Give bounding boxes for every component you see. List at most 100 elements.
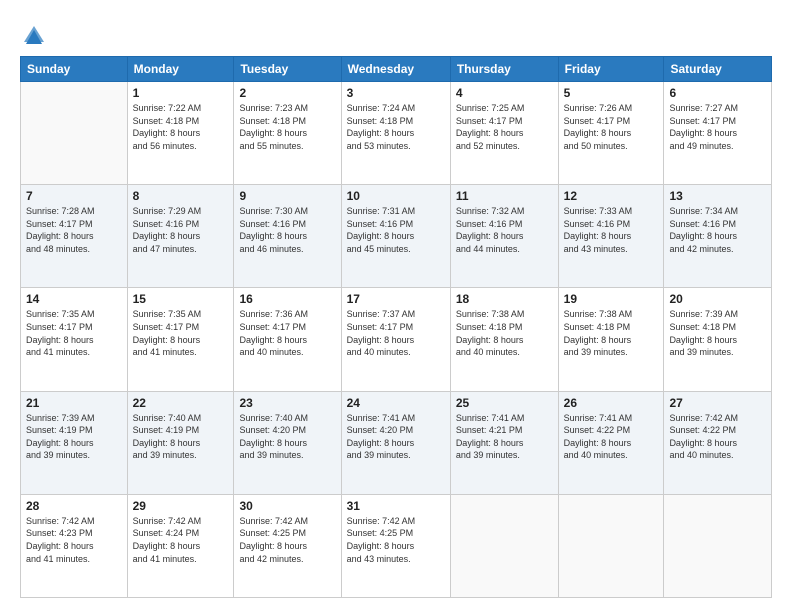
calendar-cell: 17 Sunrise: 7:37 AMSunset: 4:17 PMDayligh… — [341, 288, 450, 391]
day-info: Sunrise: 7:39 AMSunset: 4:19 PMDaylight:… — [26, 412, 122, 462]
day-number: 29 — [133, 499, 229, 513]
day-info: Sunrise: 7:40 AMSunset: 4:20 PMDaylight:… — [239, 412, 335, 462]
calendar-cell: 21 Sunrise: 7:39 AMSunset: 4:19 PMDayligh… — [21, 391, 128, 494]
calendar-cell: 16 Sunrise: 7:36 AMSunset: 4:17 PMDayligh… — [234, 288, 341, 391]
day-info: Sunrise: 7:39 AMSunset: 4:18 PMDaylight:… — [669, 308, 766, 358]
header-day-tuesday: Tuesday — [234, 57, 341, 82]
day-number: 2 — [239, 86, 335, 100]
day-info: Sunrise: 7:38 AMSunset: 4:18 PMDaylight:… — [564, 308, 659, 358]
day-info: Sunrise: 7:24 AMSunset: 4:18 PMDaylight:… — [347, 102, 445, 152]
day-number: 1 — [133, 86, 229, 100]
day-number: 21 — [26, 396, 122, 410]
header — [20, 18, 772, 50]
day-info: Sunrise: 7:29 AMSunset: 4:16 PMDaylight:… — [133, 205, 229, 255]
day-info: Sunrise: 7:28 AMSunset: 4:17 PMDaylight:… — [26, 205, 122, 255]
header-day-sunday: Sunday — [21, 57, 128, 82]
day-info: Sunrise: 7:41 AMSunset: 4:20 PMDaylight:… — [347, 412, 445, 462]
calendar-cell: 11Sunrise: 7:32 AMSunset: 4:16 PMDayligh… — [450, 185, 558, 288]
day-number: 23 — [239, 396, 335, 410]
day-number: 15 — [133, 292, 229, 306]
calendar-cell: 1 Sunrise: 7:22 AMSunset: 4:18 PMDaylight… — [127, 82, 234, 185]
day-number: 7 — [26, 189, 122, 203]
day-info: Sunrise: 7:42 AMSunset: 4:22 PMDaylight:… — [669, 412, 766, 462]
day-number: 24 — [347, 396, 445, 410]
day-number: 14 — [26, 292, 122, 306]
day-number: 10 — [347, 189, 445, 203]
calendar-cell: 29 Sunrise: 7:42 AMSunset: 4:24 PMDayligh… — [127, 494, 234, 597]
day-info: Sunrise: 7:27 AMSunset: 4:17 PMDaylight:… — [669, 102, 766, 152]
day-info: Sunrise: 7:42 AMSunset: 4:24 PMDaylight:… — [133, 515, 229, 565]
day-number: 28 — [26, 499, 122, 513]
calendar-cell — [664, 494, 772, 597]
day-info: Sunrise: 7:35 AMSunset: 4:17 PMDaylight:… — [26, 308, 122, 358]
day-info: Sunrise: 7:41 AMSunset: 4:21 PMDaylight:… — [456, 412, 553, 462]
day-number: 12 — [564, 189, 659, 203]
day-number: 17 — [347, 292, 445, 306]
day-number: 30 — [239, 499, 335, 513]
calendar-cell: 13Sunrise: 7:34 AMSunset: 4:16 PMDayligh… — [664, 185, 772, 288]
day-info: Sunrise: 7:36 AMSunset: 4:17 PMDaylight:… — [239, 308, 335, 358]
day-info: Sunrise: 7:25 AMSunset: 4:17 PMDaylight:… — [456, 102, 553, 152]
calendar-table: SundayMondayTuesdayWednesdayThursdayFrid… — [20, 56, 772, 598]
day-info: Sunrise: 7:23 AMSunset: 4:18 PMDaylight:… — [239, 102, 335, 152]
calendar-cell: 28 Sunrise: 7:42 AMSunset: 4:23 PMDayligh… — [21, 494, 128, 597]
day-info: Sunrise: 7:34 AMSunset: 4:16 PMDaylight:… — [669, 205, 766, 255]
day-info: Sunrise: 7:30 AMSunset: 4:16 PMDaylight:… — [239, 205, 335, 255]
day-number: 26 — [564, 396, 659, 410]
header-row: SundayMondayTuesdayWednesdayThursdayFrid… — [21, 57, 772, 82]
day-number: 20 — [669, 292, 766, 306]
calendar-cell: 14 Sunrise: 7:35 AMSunset: 4:17 PMDayligh… — [21, 288, 128, 391]
day-info: Sunrise: 7:42 AMSunset: 4:23 PMDaylight:… — [26, 515, 122, 565]
day-info: Sunrise: 7:35 AMSunset: 4:17 PMDaylight:… — [133, 308, 229, 358]
day-info: Sunrise: 7:31 AMSunset: 4:16 PMDaylight:… — [347, 205, 445, 255]
day-number: 6 — [669, 86, 766, 100]
calendar-row: 7 Sunrise: 7:28 AMSunset: 4:17 PMDaylight… — [21, 185, 772, 288]
day-info: Sunrise: 7:22 AMSunset: 4:18 PMDaylight:… — [133, 102, 229, 152]
calendar-cell: 31Sunrise: 7:42 AMSunset: 4:25 PMDayligh… — [341, 494, 450, 597]
day-number: 27 — [669, 396, 766, 410]
day-number: 5 — [564, 86, 659, 100]
day-info: Sunrise: 7:42 AMSunset: 4:25 PMDaylight:… — [239, 515, 335, 565]
calendar-cell: 26 Sunrise: 7:41 AMSunset: 4:22 PMDayligh… — [558, 391, 664, 494]
calendar-cell: 6 Sunrise: 7:27 AMSunset: 4:17 PMDaylight… — [664, 82, 772, 185]
calendar-body: 1 Sunrise: 7:22 AMSunset: 4:18 PMDaylight… — [21, 82, 772, 598]
header-day-thursday: Thursday — [450, 57, 558, 82]
calendar-cell: 12 Sunrise: 7:33 AMSunset: 4:16 PMDayligh… — [558, 185, 664, 288]
calendar-cell: 20 Sunrise: 7:39 AMSunset: 4:18 PMDayligh… — [664, 288, 772, 391]
calendar-cell: 18 Sunrise: 7:38 AMSunset: 4:18 PMDayligh… — [450, 288, 558, 391]
calendar-row: 1 Sunrise: 7:22 AMSunset: 4:18 PMDaylight… — [21, 82, 772, 185]
calendar-cell — [558, 494, 664, 597]
calendar-row: 21 Sunrise: 7:39 AMSunset: 4:19 PMDayligh… — [21, 391, 772, 494]
day-number: 19 — [564, 292, 659, 306]
calendar-cell: 19 Sunrise: 7:38 AMSunset: 4:18 PMDayligh… — [558, 288, 664, 391]
logo — [20, 22, 52, 50]
day-number: 9 — [239, 189, 335, 203]
logo-icon — [20, 22, 48, 50]
day-info: Sunrise: 7:40 AMSunset: 4:19 PMDaylight:… — [133, 412, 229, 462]
calendar-cell: 9 Sunrise: 7:30 AMSunset: 4:16 PMDaylight… — [234, 185, 341, 288]
calendar-cell: 8Sunrise: 7:29 AMSunset: 4:16 PMDaylight… — [127, 185, 234, 288]
calendar-cell: 2 Sunrise: 7:23 AMSunset: 4:18 PMDaylight… — [234, 82, 341, 185]
calendar-cell: 24 Sunrise: 7:41 AMSunset: 4:20 PMDayligh… — [341, 391, 450, 494]
day-info: Sunrise: 7:37 AMSunset: 4:17 PMDaylight:… — [347, 308, 445, 358]
day-info: Sunrise: 7:41 AMSunset: 4:22 PMDaylight:… — [564, 412, 659, 462]
calendar-cell: 4 Sunrise: 7:25 AMSunset: 4:17 PMDaylight… — [450, 82, 558, 185]
page: SundayMondayTuesdayWednesdayThursdayFrid… — [0, 0, 792, 612]
calendar-cell: 27 Sunrise: 7:42 AMSunset: 4:22 PMDayligh… — [664, 391, 772, 494]
calendar-header: SundayMondayTuesdayWednesdayThursdayFrid… — [21, 57, 772, 82]
day-number: 25 — [456, 396, 553, 410]
day-info: Sunrise: 7:33 AMSunset: 4:16 PMDaylight:… — [564, 205, 659, 255]
day-number: 3 — [347, 86, 445, 100]
calendar-cell: 15 Sunrise: 7:35 AMSunset: 4:17 PMDayligh… — [127, 288, 234, 391]
day-info: Sunrise: 7:32 AMSunset: 4:16 PMDaylight:… — [456, 205, 553, 255]
calendar-cell: 10 Sunrise: 7:31 AMSunset: 4:16 PMDayligh… — [341, 185, 450, 288]
day-number: 18 — [456, 292, 553, 306]
day-number: 4 — [456, 86, 553, 100]
day-info: Sunrise: 7:38 AMSunset: 4:18 PMDaylight:… — [456, 308, 553, 358]
header-day-friday: Friday — [558, 57, 664, 82]
header-day-monday: Monday — [127, 57, 234, 82]
calendar-cell: 3 Sunrise: 7:24 AMSunset: 4:18 PMDaylight… — [341, 82, 450, 185]
day-info: Sunrise: 7:42 AMSunset: 4:25 PMDaylight:… — [347, 515, 445, 565]
header-day-saturday: Saturday — [664, 57, 772, 82]
day-number: 16 — [239, 292, 335, 306]
